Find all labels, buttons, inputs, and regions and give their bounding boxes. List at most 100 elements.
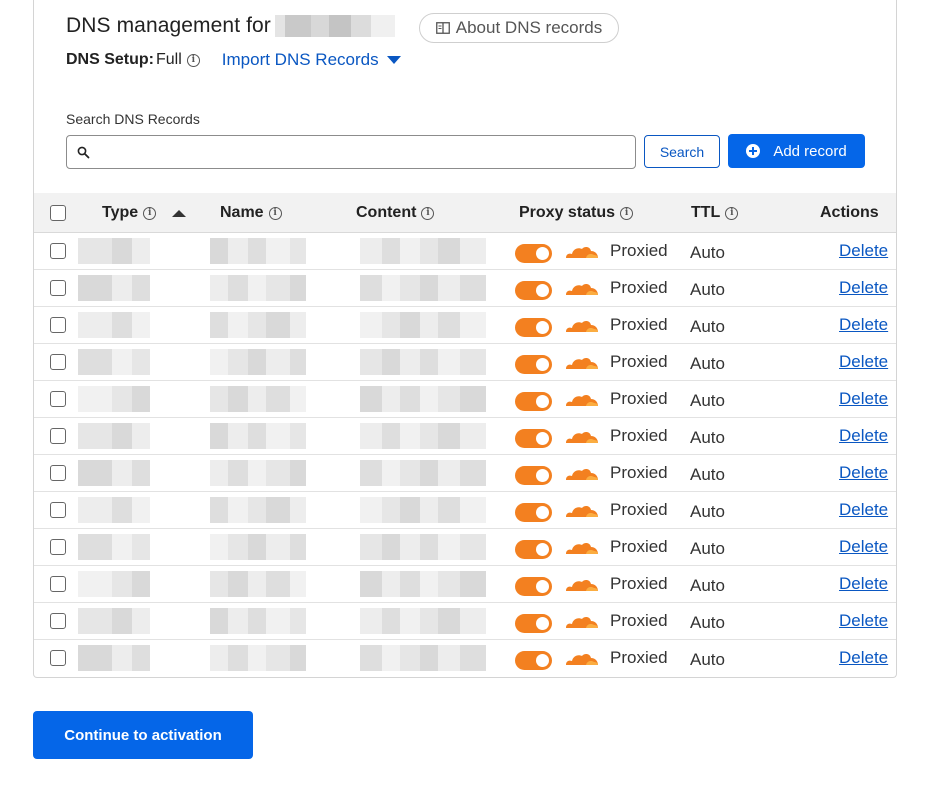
delete-link[interactable]: Delete: [839, 389, 888, 409]
redacted-content: [360, 497, 486, 523]
info-icon[interactable]: i: [725, 206, 739, 220]
proxy-toggle[interactable]: [515, 503, 552, 522]
redacted-name: [210, 608, 306, 634]
redacted-content: [360, 275, 486, 301]
cloud-icon: [566, 542, 598, 554]
column-actions-label: Actions: [820, 204, 879, 221]
add-record-button[interactable]: Add record: [728, 134, 865, 168]
proxy-toggle[interactable]: [515, 355, 552, 374]
column-header-content: Content i: [356, 204, 435, 222]
row-checkbox[interactable]: [50, 465, 66, 481]
row-checkbox[interactable]: [50, 650, 66, 666]
proxy-toggle[interactable]: [515, 281, 552, 300]
search-button[interactable]: Search: [644, 135, 720, 168]
redacted-type: [78, 497, 150, 523]
row-checkbox[interactable]: [50, 576, 66, 592]
redacted-content: [360, 645, 486, 671]
redacted-content: [360, 238, 486, 264]
row-checkbox[interactable]: [50, 428, 66, 444]
row-checkbox[interactable]: [50, 354, 66, 370]
delete-link[interactable]: Delete: [839, 352, 888, 372]
cloud-icon: [566, 431, 598, 443]
proxy-status-label: Proxied: [610, 426, 668, 445]
proxy-toggle[interactable]: [515, 540, 552, 559]
redacted-content: [360, 534, 486, 560]
dns-setup-label: DNS Setup:: [66, 51, 154, 68]
delete-link[interactable]: Delete: [839, 611, 888, 631]
import-dns-records-dropdown[interactable]: Import DNS Records: [222, 50, 401, 70]
column-header-proxy-status: Proxy status i: [519, 204, 634, 222]
delete-link[interactable]: Delete: [839, 537, 888, 557]
redacted-type: [78, 571, 150, 597]
info-icon[interactable]: i: [268, 206, 282, 220]
ttl-value: Auto: [690, 391, 725, 410]
search-input[interactable]: [66, 135, 636, 169]
delete-link[interactable]: Delete: [839, 278, 888, 298]
select-all-checkbox[interactable]: [50, 205, 66, 221]
column-content-label: Content: [356, 204, 417, 221]
proxy-status-label: Proxied: [610, 352, 668, 371]
row-checkbox[interactable]: [50, 613, 66, 629]
cloud-icon: [566, 357, 598, 369]
cloud-icon: [566, 653, 598, 665]
proxy-toggle[interactable]: [515, 392, 552, 411]
delete-link[interactable]: Delete: [839, 500, 888, 520]
proxy-toggle[interactable]: [515, 466, 552, 485]
dns-setup-value: Full: [156, 51, 182, 68]
redacted-name: [210, 497, 306, 523]
redacted-type: [78, 238, 150, 264]
info-icon[interactable]: i: [186, 53, 200, 67]
table-row: Proxied Auto Delete: [34, 455, 896, 492]
proxy-toggle[interactable]: [515, 244, 552, 263]
ttl-value: Auto: [690, 502, 725, 521]
column-header-type[interactable]: Type i: [102, 204, 187, 222]
redacted-content: [360, 571, 486, 597]
info-icon[interactable]: i: [143, 206, 157, 220]
sort-ascending-icon[interactable]: [172, 209, 187, 217]
dns-records-list: Proxied Auto Delete Proxied Auto Delete Proxie…: [34, 233, 896, 677]
redacted-type: [78, 275, 150, 301]
redacted-type: [78, 349, 150, 375]
table-row: Proxied Auto Delete: [34, 418, 896, 455]
delete-link[interactable]: Delete: [839, 648, 888, 668]
proxy-status-label: Proxied: [610, 648, 668, 667]
row-checkbox[interactable]: [50, 280, 66, 296]
continue-to-activation-button[interactable]: Continue to activation: [33, 711, 253, 759]
ttl-value: Auto: [690, 317, 725, 336]
proxy-status-label: Proxied: [610, 463, 668, 482]
column-proxy-label: Proxy status: [519, 204, 616, 221]
redacted-type: [78, 460, 150, 486]
redacted-content: [360, 423, 486, 449]
delete-link[interactable]: Delete: [839, 315, 888, 335]
column-name-label: Name: [220, 204, 264, 221]
proxy-status-label: Proxied: [610, 389, 668, 408]
redacted-name: [210, 238, 306, 264]
info-icon[interactable]: i: [620, 206, 634, 220]
row-checkbox[interactable]: [50, 391, 66, 407]
redacted-name: [210, 460, 306, 486]
add-record-label: Add record: [773, 142, 847, 160]
proxy-toggle[interactable]: [515, 651, 552, 670]
row-checkbox[interactable]: [50, 243, 66, 259]
proxy-toggle[interactable]: [515, 577, 552, 596]
delete-link[interactable]: Delete: [839, 426, 888, 446]
proxy-toggle[interactable]: [515, 318, 552, 337]
delete-link[interactable]: Delete: [839, 463, 888, 483]
delete-link[interactable]: Delete: [839, 574, 888, 594]
proxy-toggle[interactable]: [515, 614, 552, 633]
ttl-value: Auto: [690, 576, 725, 595]
row-checkbox[interactable]: [50, 317, 66, 333]
redacted-type: [78, 645, 150, 671]
redacted-name: [210, 275, 306, 301]
cloud-icon: [566, 505, 598, 517]
delete-link[interactable]: Delete: [839, 241, 888, 261]
row-checkbox[interactable]: [50, 539, 66, 555]
redacted-type: [78, 386, 150, 412]
row-checkbox[interactable]: [50, 502, 66, 518]
cloud-icon: [566, 468, 598, 480]
info-icon[interactable]: i: [421, 206, 435, 220]
proxy-status-label: Proxied: [610, 315, 668, 334]
redacted-content: [360, 386, 486, 412]
about-dns-records-button[interactable]: About DNS records: [419, 13, 619, 43]
proxy-toggle[interactable]: [515, 429, 552, 448]
